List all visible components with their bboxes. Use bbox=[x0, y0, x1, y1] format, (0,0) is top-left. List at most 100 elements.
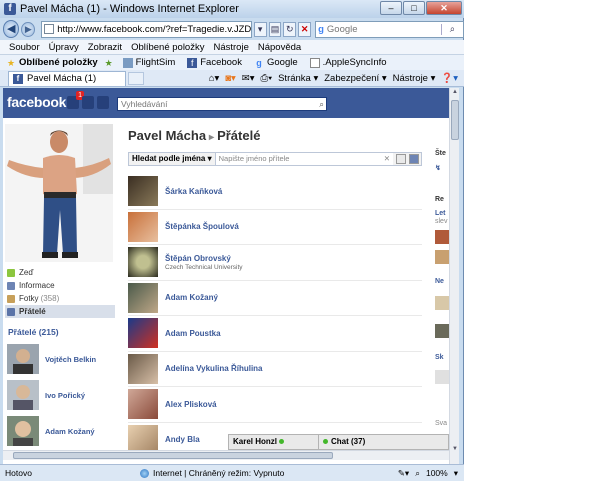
grid-view-button[interactable] bbox=[396, 154, 406, 164]
right-thumbnail[interactable] bbox=[435, 370, 449, 384]
friend-avatar[interactable] bbox=[128, 318, 158, 349]
search-field[interactable]: g Google ⌕ bbox=[315, 20, 464, 38]
url-field[interactable]: http://www.facebook.com/?ref=Tragedie.v.… bbox=[41, 20, 252, 38]
menu-nastroje[interactable]: Nástroje bbox=[213, 42, 248, 53]
fav-link-flightsim[interactable]: FlightSim bbox=[122, 57, 182, 68]
horizontal-scrollbar[interactable] bbox=[3, 450, 449, 460]
friend-avatar[interactable] bbox=[128, 211, 158, 242]
friend-avatar[interactable] bbox=[128, 389, 158, 420]
friend-row[interactable]: Adam Kožaný bbox=[128, 281, 422, 316]
profile-photo[interactable] bbox=[5, 124, 113, 262]
facebook-favicon-icon: f bbox=[4, 3, 16, 15]
new-tab-button[interactable] bbox=[128, 71, 144, 85]
friend-name[interactable]: Šárka Kaňková bbox=[165, 187, 222, 196]
filter-dropdown[interactable]: Hledat podle jména ▾ bbox=[129, 153, 216, 165]
feeds-icon[interactable]: ◙▾ bbox=[225, 73, 236, 84]
tab-facebook[interactable]: f Pavel Mácha (1) bbox=[8, 70, 126, 86]
menu-zabezpeceni[interactable]: Zabezpečení ▾ bbox=[324, 73, 386, 84]
nav-item-wall[interactable]: Zeď bbox=[7, 266, 115, 279]
facebook-logo[interactable]: facebook bbox=[7, 94, 66, 110]
refresh-icon[interactable]: ↻ bbox=[283, 21, 297, 37]
menu-napoveda[interactable]: Nápověda bbox=[258, 42, 301, 53]
right-heading[interactable]: Ne bbox=[435, 278, 444, 285]
scroll-thumb[interactable] bbox=[13, 452, 333, 459]
search-icon[interactable]: ⌕ bbox=[440, 23, 463, 35]
friend-name-input[interactable]: Napište jméno přítele ✕ bbox=[215, 153, 393, 165]
menu-stranka[interactable]: Stránka ▾ bbox=[278, 73, 318, 84]
back-button[interactable]: ◀ bbox=[3, 20, 20, 38]
notifications-icon[interactable] bbox=[97, 96, 109, 109]
nav-item-info[interactable]: Informace bbox=[7, 279, 115, 292]
messages-icon[interactable] bbox=[82, 96, 94, 109]
menu-zobrazit[interactable]: Zobrazit bbox=[88, 42, 122, 53]
friend-row[interactable]: Alex Plisková bbox=[128, 387, 422, 423]
facebook-search-input[interactable]: Vyhledávání ⌕ bbox=[117, 97, 327, 111]
stop-icon[interactable]: ✕ bbox=[298, 21, 312, 37]
clear-icon[interactable]: ✕ bbox=[384, 153, 390, 165]
right-link[interactable]: ↯ bbox=[435, 164, 441, 172]
dropdown-arrow-icon[interactable]: ▾ bbox=[253, 21, 267, 37]
fav-link-google[interactable]: g Google bbox=[254, 57, 304, 68]
right-link[interactable]: Let bbox=[435, 210, 446, 217]
menu-oblibene[interactable]: Oblíbené položky bbox=[131, 42, 204, 53]
right-thumbnail[interactable] bbox=[435, 324, 449, 338]
left-friend-item[interactable]: Ivo Pořický bbox=[7, 378, 115, 412]
menu-soubor[interactable]: Soubor bbox=[9, 42, 40, 53]
add-favorite-button[interactable]: ★ bbox=[104, 58, 117, 68]
fav-link-facebook[interactable]: f Facebook bbox=[187, 57, 248, 68]
friend-row[interactable]: Adam Poustka bbox=[128, 316, 422, 352]
friend-requests-icon[interactable]: 1 bbox=[67, 91, 84, 109]
maximize-button[interactable]: □ bbox=[403, 1, 425, 15]
home-icon[interactable]: ⌂▾ bbox=[209, 73, 220, 84]
friend-row[interactable]: Šárka Kaňková bbox=[128, 174, 422, 210]
friend-name[interactable]: Andy Bla bbox=[165, 435, 200, 444]
fav-link-applesync[interactable]: .AppleSyncInfo bbox=[309, 57, 393, 68]
print-icon[interactable]: ⎙▾ bbox=[261, 73, 273, 84]
status-bar: Hotovo Internet | Chráněný režim: Vypnut… bbox=[0, 464, 464, 481]
friend-row[interactable]: Štěpán Obrovský Czech Technical Universit… bbox=[128, 245, 422, 281]
scroll-down-icon[interactable]: ▼ bbox=[451, 446, 459, 454]
menu-upravy[interactable]: Úpravy bbox=[49, 42, 79, 53]
friend-name[interactable]: Štěpánka Špoulová bbox=[165, 222, 239, 231]
friend-row[interactable]: Štěpánka Špoulová bbox=[128, 210, 422, 245]
left-friend-item[interactable]: Adam Kožaný bbox=[7, 414, 115, 448]
nav-item-friends[interactable]: Přátelé bbox=[5, 305, 115, 318]
right-thumbnail[interactable] bbox=[435, 250, 449, 264]
friend-name[interactable]: Adam Poustka bbox=[165, 329, 221, 338]
scroll-thumb[interactable] bbox=[451, 100, 459, 140]
left-friend-item[interactable]: Vojtěch Belkin bbox=[7, 342, 115, 376]
right-thumbnail[interactable] bbox=[435, 230, 449, 244]
chat-button[interactable]: Chat (37) bbox=[319, 435, 448, 449]
compatibility-icon[interactable]: ▤ bbox=[268, 21, 282, 37]
chat-tab-contact[interactable]: Karel Honzl bbox=[229, 435, 319, 449]
menu-nastroje-cmd[interactable]: Nástroje ▾ bbox=[393, 73, 436, 84]
help-icon[interactable]: ❓▾ bbox=[441, 73, 458, 84]
minimize-button[interactable]: – bbox=[380, 1, 402, 15]
right-heading[interactable]: Sk bbox=[435, 354, 444, 361]
nav-item-photos[interactable]: Fotky (358) bbox=[7, 292, 115, 305]
close-button[interactable]: ✕ bbox=[426, 1, 462, 15]
friend-name[interactable]: Štěpán Obrovský bbox=[165, 254, 243, 263]
friend-avatar[interactable] bbox=[128, 247, 158, 278]
friend-name[interactable]: Alex Plisková bbox=[165, 400, 217, 409]
friend-name[interactable]: Adelína Vykulina Říhulina bbox=[165, 364, 263, 373]
mail-icon[interactable]: ✉▾ bbox=[242, 73, 255, 84]
favorites-button[interactable]: ★ Oblíbené položky bbox=[6, 57, 98, 68]
title-bar: f Pavel Mácha (1) - Windows Internet Exp… bbox=[0, 0, 464, 18]
friend-name[interactable]: Adam Kožaný bbox=[165, 293, 218, 302]
friend-avatar[interactable] bbox=[128, 282, 158, 313]
profile-name-link[interactable]: Pavel Mácha bbox=[128, 128, 206, 143]
friends-header[interactable]: Přátelé (215) bbox=[8, 327, 59, 337]
facebook-header: facebook 1 Vyhledávání ⌕ bbox=[3, 88, 459, 118]
friend-avatar[interactable] bbox=[128, 353, 158, 384]
friend-row[interactable]: Adelína Vykulina Říhulina bbox=[128, 352, 422, 387]
zoom-control[interactable]: ✎▾ ⌕ 100% ▾ bbox=[392, 468, 464, 479]
scroll-up-icon[interactable]: ▲ bbox=[451, 89, 459, 97]
security-zone[interactable]: Internet | Chráněný režim: Vypnuto bbox=[140, 468, 284, 478]
list-view-button[interactable] bbox=[409, 154, 419, 164]
forward-button[interactable]: ▶ bbox=[21, 21, 36, 37]
vertical-scrollbar[interactable]: ▲ ▼ bbox=[449, 88, 459, 464]
right-thumbnail[interactable] bbox=[435, 296, 449, 310]
search-icon[interactable]: ⌕ bbox=[319, 98, 324, 110]
friend-avatar[interactable] bbox=[128, 176, 158, 207]
